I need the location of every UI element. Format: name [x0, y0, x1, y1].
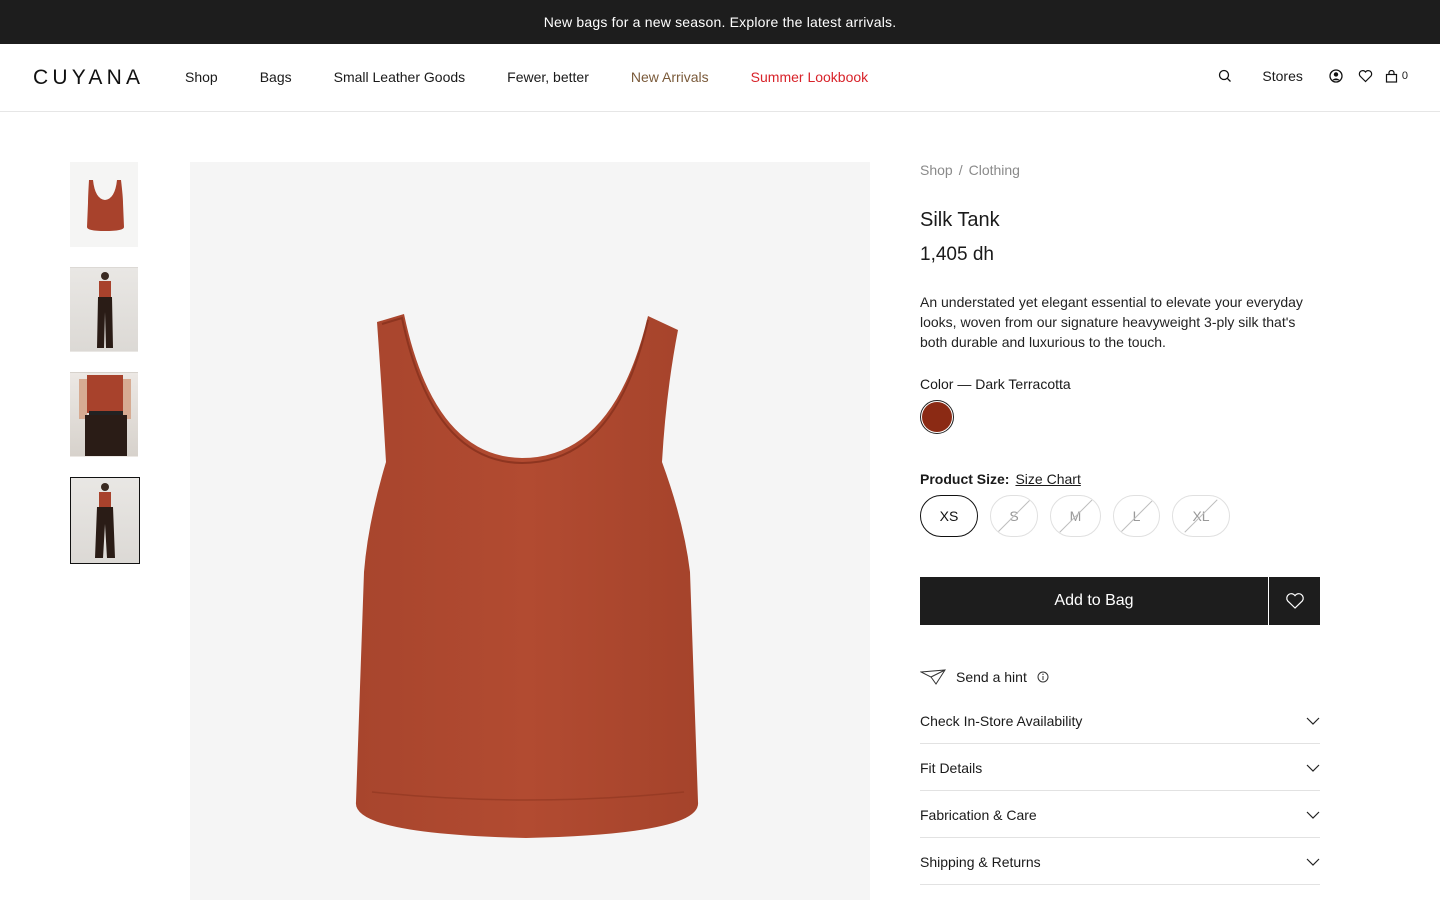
wishlist-button[interactable] [1269, 577, 1320, 625]
nav-shop[interactable]: Shop [185, 69, 218, 85]
send-hint[interactable]: Send a hint [920, 669, 1320, 685]
product-main-image[interactable] [190, 162, 870, 900]
logo[interactable]: CUYANA [33, 66, 144, 90]
thumbnail-3[interactable] [70, 372, 138, 457]
unavailable-slash [1058, 499, 1093, 533]
unavailable-slash [1119, 499, 1154, 533]
size-options: XS S M L XL [920, 495, 1320, 537]
purchase-row: Add to Bag [920, 577, 1320, 625]
size-header: Product Size: Size Chart [920, 471, 1320, 487]
accordion-in-store-availability[interactable]: Check In-Store Availability [920, 697, 1320, 744]
accordion-shipping-returns[interactable]: Shipping & Returns [920, 838, 1320, 885]
add-to-bag-button[interactable]: Add to Bag [920, 577, 1268, 625]
site-header: CUYANA Shop Bags Small Leather Goods Few… [0, 44, 1440, 112]
accordion-label: Fit Details [920, 760, 983, 776]
size-m[interactable]: M [1050, 495, 1101, 537]
swatch-fill [922, 402, 952, 432]
send-hint-label[interactable]: Send a hint [956, 669, 1027, 685]
utility-nav: Stores 0 [1218, 68, 1408, 84]
accordion-fabrication-care[interactable]: Fabrication & Care [920, 791, 1320, 838]
product-description: An understated yet elegant essential to … [920, 294, 1303, 350]
info-icon[interactable] [1037, 671, 1049, 683]
account-icon[interactable] [1329, 69, 1343, 83]
heart-icon[interactable] [1358, 69, 1373, 83]
nav-fewer-better[interactable]: Fewer, better [507, 69, 589, 85]
accordion-label: Fabrication & Care [920, 807, 1037, 823]
thumbnail-4[interactable] [70, 477, 140, 564]
main-nav: Shop Bags Small Leather Goods Fewer, bet… [185, 69, 910, 85]
stores-link[interactable]: Stores [1262, 68, 1302, 84]
chevron-down-icon [1306, 764, 1320, 772]
nav-small-leather-goods[interactable]: Small Leather Goods [334, 69, 466, 85]
thumbnail-1[interactable] [70, 162, 138, 247]
heart-icon [1285, 593, 1304, 609]
thumbnail-list [70, 162, 140, 584]
size-xl[interactable]: XL [1172, 495, 1230, 537]
chevron-down-icon [1306, 811, 1320, 819]
size-s[interactable]: S [990, 495, 1038, 537]
color-label: Color — Dark Terracotta [920, 376, 1071, 392]
paper-plane-icon [920, 669, 946, 685]
chevron-down-icon [1306, 858, 1320, 866]
unavailable-slash [997, 499, 1031, 533]
unavailable-slash [1184, 499, 1218, 533]
breadcrumb-shop[interactable]: Shop [920, 162, 953, 178]
product-detail: Shop / Clothing Silk Tank 1,405 dh An unde… [920, 162, 1320, 885]
accordion-label: Check In-Store Availability [920, 713, 1083, 729]
breadcrumb-clothing[interactable]: Clothing [969, 162, 1020, 178]
product-price: 1,405 dh [920, 244, 994, 265]
announcement-text[interactable]: New bags for a new season. Explore the l… [544, 14, 897, 30]
bag-icon[interactable] [1385, 69, 1398, 83]
product-title: Silk Tank [920, 209, 1000, 231]
size-xs[interactable]: XS [920, 495, 978, 537]
accordion: Check In-Store Availability Fit Details … [920, 697, 1320, 885]
size-xs-label: XS [939, 508, 959, 524]
breadcrumb-separator: / [958, 162, 963, 178]
nav-new-arrivals[interactable]: New Arrivals [631, 69, 709, 85]
cart-count[interactable]: 0 [1402, 70, 1408, 82]
color-swatch-dark-terracotta[interactable] [920, 400, 954, 434]
size-label: Product Size: [920, 471, 1010, 487]
search-icon[interactable] [1218, 69, 1232, 83]
chevron-down-icon [1306, 717, 1320, 725]
accordion-fit-details[interactable]: Fit Details [920, 744, 1320, 791]
accordion-label: Shipping & Returns [920, 854, 1041, 870]
thumbnail-2[interactable] [70, 267, 138, 352]
size-chart-link[interactable]: Size Chart [1015, 471, 1080, 487]
breadcrumb: Shop / Clothing [920, 162, 1320, 178]
size-l[interactable]: L [1113, 495, 1160, 537]
nav-bags[interactable]: Bags [260, 69, 292, 85]
announcement-bar[interactable]: New bags for a new season. Explore the l… [0, 0, 1440, 44]
nav-summer-lookbook[interactable]: Summer Lookbook [751, 69, 869, 85]
